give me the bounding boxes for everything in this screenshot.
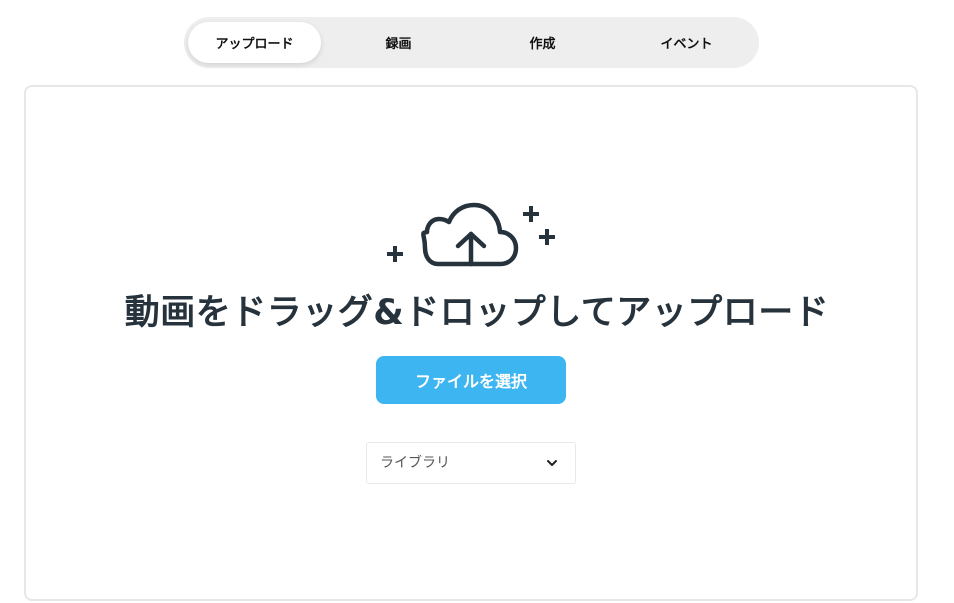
tab-record[interactable]: 録画 xyxy=(332,22,465,63)
sparkle-plus-icon xyxy=(539,229,555,245)
upload-mode-tabs: アップロード 録画 作成 イベント xyxy=(184,17,759,68)
library-select[interactable]: ライブラリ xyxy=(366,442,576,484)
dropzone-headline: 動画をドラッグ&ドロップしてアップロード xyxy=(124,293,830,333)
cloud-upload-icon xyxy=(382,198,560,270)
upload-dropzone[interactable] xyxy=(24,85,918,601)
select-file-button[interactable]: ファイルを選択 xyxy=(376,356,566,404)
sparkle-plus-icon xyxy=(523,206,539,222)
library-select-value: ライブラリ xyxy=(380,455,450,471)
tab-upload[interactable]: アップロード xyxy=(188,22,321,63)
tab-create[interactable]: 作成 xyxy=(476,22,609,63)
tab-event[interactable]: イベント xyxy=(620,22,753,63)
chevron-down-icon xyxy=(547,460,557,466)
sparkle-plus-icon xyxy=(387,246,403,262)
